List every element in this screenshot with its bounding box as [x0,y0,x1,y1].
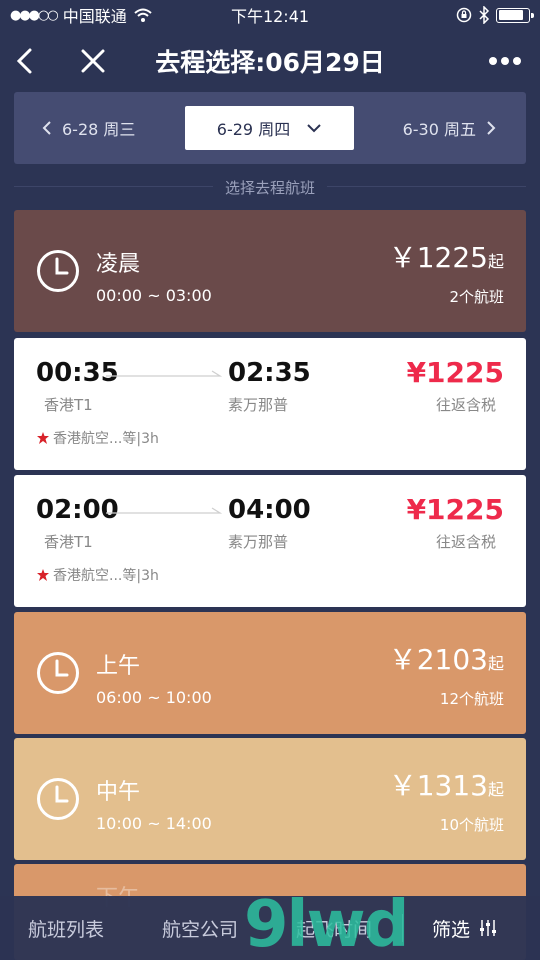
arrow-icon [106,370,222,377]
price-value: ￥1225 [388,241,488,274]
battery-icon [496,7,534,23]
airline-logo-icon [37,569,49,581]
tab-flight-list[interactable]: 航班列表 [28,896,104,960]
tab-label: 航班列表 [28,918,105,941]
arrow-icon [106,507,222,514]
wifi-icon [134,8,152,22]
clock-icon [37,250,79,292]
arrival-airport: 素万那普 [228,396,289,414]
arrival-time: 02:35 [228,358,311,388]
price-suffix: 起 [487,252,504,271]
period-card-noon[interactable]: 中午 10:00 ~ 14:00 ￥1313起 10个航班 [14,738,526,860]
signal-icon: ●●●○○ [10,7,59,23]
price-suffix: 起 [487,780,504,799]
orientation-lock-icon [456,7,472,23]
period-price: ￥2103起 [389,638,504,678]
current-date-label: 6-29 周四 [216,120,291,139]
more-button[interactable] [482,38,528,84]
arrival-airport: 素万那普 [228,533,289,551]
airline-info: 香港航空...等|3h [36,428,159,448]
tab-label: 起飞时间 [296,918,373,941]
period-range: 06:00 ~ 10:00 [96,688,212,707]
section-label: 选择去程航班 [212,176,327,198]
date-selector: 6-28 周三 6-29 周四 6-30 周五 [14,92,526,164]
clock-icon [37,778,79,820]
chevron-left-icon [16,48,32,74]
period-price: ￥1313起 [389,764,504,804]
departure-airport: 香港T1 [44,533,93,551]
price-value: ￥1313 [388,769,488,802]
departure-airport: 香港T1 [44,396,93,414]
period-price: ￥1225起 [389,236,504,276]
period-card-morning[interactable]: 上午 06:00 ~ 10:00 ￥2103起 12个航班 [14,612,526,734]
tab-departure-time[interactable]: 起飞时间 [296,896,372,960]
period-name: 中午 [96,780,141,805]
flight-card[interactable]: 00:35 02:35 香港T1 素万那普 ¥1225 往返含税 香港航空...… [14,338,526,470]
tab-label: 航空公司 [162,918,239,941]
price-value: ￥2103 [388,643,488,676]
airline-logo-icon [37,432,49,444]
period-range: 10:00 ~ 14:00 [96,814,212,833]
back-button[interactable] [2,38,48,84]
airline-label: 香港航空...等|3h [53,431,159,447]
price-suffix: 起 [487,654,504,673]
arrival-time: 04:00 [228,495,311,525]
tab-airline[interactable]: 航空公司 [162,896,238,960]
filter-button[interactable]: 筛选 [432,896,498,960]
chevron-left-icon [42,121,51,135]
status-bar: ●●●○○ 中国联通 下午12:41 [0,0,540,30]
clock-icon [37,652,79,694]
price-note: 往返含税 [435,396,496,414]
period-card-dawn[interactable]: 凌晨 00:00 ~ 03:00 ￥1225起 2个航班 [14,210,526,332]
chevron-down-icon [307,124,321,133]
tab-divider [402,914,403,942]
next-date-label: 6-30 周五 [402,120,476,139]
bottom-tab-bar: 航班列表 航空公司 起飞时间 筛选 [0,896,540,960]
flight-count: 2个航班 [449,288,504,306]
carrier-label: 中国联通 [62,7,127,26]
more-dots-icon [489,57,521,65]
prev-date-button[interactable]: 6-28 周三 [42,92,135,164]
close-icon [81,49,105,73]
flight-count: 10个航班 [439,816,504,834]
close-button[interactable] [70,38,116,84]
airline-info: 香港航空...等|3h [36,565,159,585]
next-date-button[interactable]: 6-30 周五 [403,92,496,164]
period-name: 上午 [96,654,141,679]
period-range: 00:00 ~ 03:00 [96,286,212,305]
bluetooth-icon [479,6,490,24]
nav-bar: 去程选择:06月29日 [0,30,540,92]
flight-card[interactable]: 02:00 04:00 香港T1 素万那普 ¥1225 往返含税 香港航空...… [14,475,526,607]
chevron-right-icon [487,121,496,135]
filter-sliders-icon [480,920,497,936]
period-name: 凌晨 [96,252,141,277]
flight-price: ¥1225 [406,493,504,526]
section-header: 选择去程航班 [0,174,540,200]
flight-count: 12个航班 [439,690,504,708]
prev-date-label: 6-28 周三 [62,120,136,139]
price-note: 往返含税 [435,533,496,551]
flight-price: ¥1225 [406,356,504,389]
tab-label: 筛选 [432,918,471,941]
current-date-dropdown[interactable]: 6-29 周四 [185,106,354,150]
airline-label: 香港航空...等|3h [53,568,159,584]
